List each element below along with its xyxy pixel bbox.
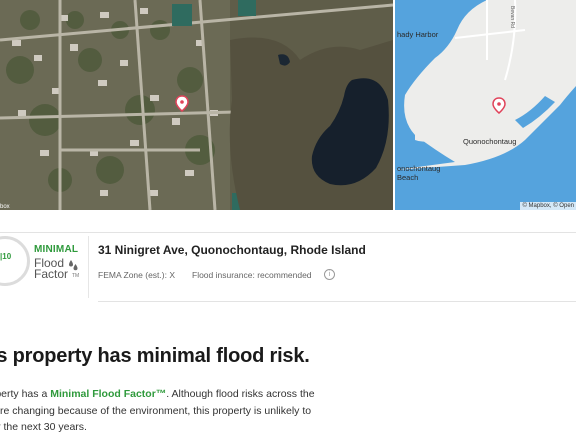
trademark-mark: TM bbox=[72, 273, 80, 279]
flood-factor-score: |10 bbox=[0, 252, 12, 261]
flood-factor-gauge bbox=[0, 236, 30, 286]
map-label-harbor: hady Harbor bbox=[397, 30, 439, 39]
card-top-border bbox=[0, 232, 576, 233]
map-label-beach: onochontaug Beach bbox=[397, 164, 441, 182]
satellite-attribution: box bbox=[0, 204, 10, 210]
summary-line-3: ver the next 30 years. bbox=[0, 421, 87, 433]
summary-line-2: y are changing because of the environmen… bbox=[0, 404, 312, 417]
flood-insurance-status: Flood insurance: recommended bbox=[192, 270, 312, 280]
summary-line-1-suffix: . Although flood risks across the bbox=[166, 388, 315, 400]
map-label-quonochontaug: Quonochontaug bbox=[463, 137, 517, 146]
satellite-map[interactable]: box bbox=[0, 0, 393, 210]
summary-line-1-prefix: roperty has a bbox=[0, 388, 48, 400]
risk-summary: roperty has a Minimal Flood Factor™. Alt… bbox=[0, 386, 336, 436]
fema-zone: FEMA Zone (est.): X bbox=[98, 270, 175, 280]
card-bottom-border bbox=[98, 301, 576, 302]
water-drops-icon bbox=[69, 260, 78, 271]
flood-factor-level: MINIMAL bbox=[34, 244, 79, 255]
flood-factor-brand-line2: Factor bbox=[34, 267, 69, 281]
property-address: 31 Ninigret Ave, Quonochontaug, Rhode Is… bbox=[98, 243, 366, 257]
summary-line-1: roperty has a Minimal Flood Factor™. Alt… bbox=[0, 386, 336, 403]
minimal-flood-factor-link[interactable]: Minimal Flood Factor™ bbox=[50, 388, 166, 400]
satellite-imagery bbox=[0, 0, 393, 210]
property-maps: box Bevan Rd hady Harbor Quonochontaug o… bbox=[0, 0, 576, 210]
map-attribution[interactable]: © Mapbox, © Open bbox=[520, 202, 576, 210]
street-map[interactable]: Bevan Rd hady Harbor Quonochontaug onoch… bbox=[395, 0, 576, 210]
card-divider bbox=[88, 236, 89, 298]
risk-headline: is property has minimal flood risk. bbox=[0, 345, 310, 367]
info-icon[interactable]: i bbox=[324, 269, 335, 280]
road-label: Bevan Rd bbox=[509, 6, 515, 28]
